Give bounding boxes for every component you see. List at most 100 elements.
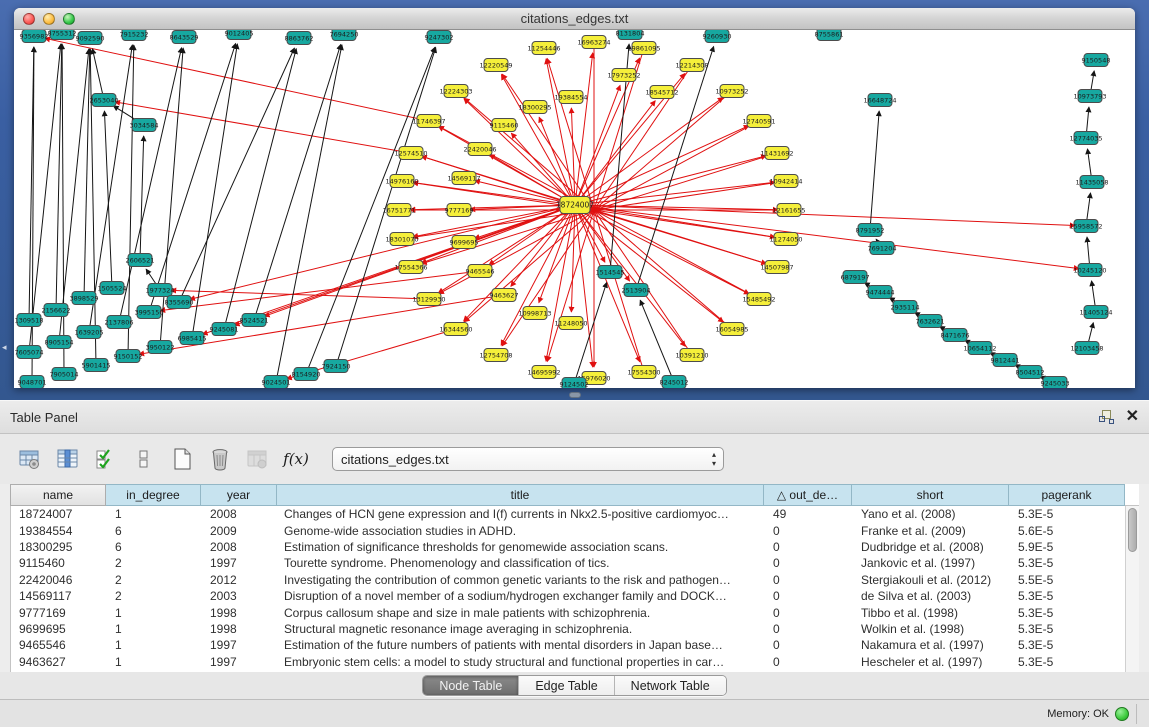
- network-node[interactable]: 8154920: [292, 368, 321, 381]
- cell-title[interactable]: Structural magnetic resonance image aver…: [278, 622, 765, 636]
- citation-edge-red[interactable]: [575, 205, 723, 322]
- cell-short[interactable]: Nakamura et al. (1997): [853, 638, 1010, 652]
- network-node[interactable]: 9260930: [703, 30, 732, 43]
- network-node[interactable]: 22420046: [463, 143, 496, 156]
- cell-title[interactable]: Estimation of significance thresholds fo…: [278, 540, 765, 554]
- network-node[interactable]: 12574510: [394, 147, 427, 160]
- network-node[interactable]: 18301070: [385, 233, 418, 246]
- citation-edge-red[interactable]: [575, 101, 655, 205]
- row-height-icon[interactable]: [128, 442, 160, 476]
- network-node[interactable]: 9245081: [210, 323, 239, 336]
- network-node[interactable]: 18545712: [645, 86, 678, 99]
- table-row[interactable]: 1830029562008Estimation of significance …: [11, 539, 1139, 555]
- network-node[interactable]: 7694250: [330, 30, 359, 41]
- cell-short[interactable]: Dudbridge et al. (2008): [853, 540, 1010, 554]
- tab-network-table[interactable]: Network Table: [615, 676, 726, 695]
- function-builder-icon[interactable]: f(x): [280, 442, 312, 476]
- citation-edge-red[interactable]: [575, 205, 749, 294]
- network-node[interactable]: 17973252: [607, 69, 640, 82]
- network-node[interactable]: 12214308: [675, 59, 708, 72]
- network-node[interactable]: 8504512: [1016, 366, 1045, 379]
- column-header-year[interactable]: year: [201, 484, 277, 506]
- network-node[interactable]: 1505524: [98, 282, 127, 295]
- network-node[interactable]: 8791952: [856, 224, 885, 237]
- network-node[interactable]: 1514545: [596, 266, 625, 279]
- column-header-pagerank[interactable]: pagerank: [1009, 484, 1125, 506]
- network-node[interactable]: 10245120: [1073, 264, 1106, 277]
- cell-pagerank[interactable]: 5.3E-5: [1010, 655, 1126, 669]
- network-node[interactable]: 1977324: [146, 284, 175, 297]
- network-node[interactable]: 9115460: [490, 119, 519, 132]
- column-header-in_degree[interactable]: in_degree: [106, 484, 201, 506]
- citation-edge-red[interactable]: [575, 205, 685, 346]
- import-table-icon[interactable]: [242, 442, 274, 476]
- cell-in_degree[interactable]: 2: [107, 573, 202, 587]
- cell-short[interactable]: Tibbo et al. (1998): [853, 606, 1010, 620]
- network-node[interactable]: 8471676: [941, 329, 970, 342]
- split-pane-handle[interactable]: [569, 392, 581, 398]
- cell-in_degree[interactable]: 6: [107, 540, 202, 554]
- network-node[interactable]: 9150152: [114, 350, 143, 363]
- new-table-icon[interactable]: [166, 442, 198, 476]
- network-node[interactable]: 12740591: [742, 115, 775, 128]
- network-node[interactable]: 16751771: [382, 204, 415, 217]
- cell-short[interactable]: Jankovic et al. (1997): [853, 556, 1010, 570]
- cell-pagerank[interactable]: 5.9E-5: [1010, 540, 1126, 554]
- network-node[interactable]: 9247302: [425, 31, 454, 44]
- cell-short[interactable]: de Silva et al. (2003): [853, 589, 1010, 603]
- table-row[interactable]: 911546021997Tourette syndrome. Phenomeno…: [11, 555, 1139, 571]
- cell-year[interactable]: 1998: [202, 606, 278, 620]
- cell-pagerank[interactable]: 5.3E-5: [1010, 606, 1126, 620]
- cell-out_degree[interactable]: 0: [765, 556, 853, 570]
- cell-title[interactable]: Corpus callosum shape and size in male p…: [278, 606, 765, 620]
- citation-edge-red[interactable]: [489, 205, 575, 265]
- network-node[interactable]: 11746397: [412, 115, 445, 128]
- network-node[interactable]: 11274050: [769, 233, 802, 246]
- cell-title[interactable]: Tourette syndrome. Phenomenology and cla…: [278, 556, 765, 570]
- cell-name[interactable]: 14569117: [11, 589, 107, 603]
- network-node[interactable]: 3898529: [70, 292, 99, 305]
- table-row[interactable]: 969969511998Structural magnetic resonanc…: [11, 621, 1139, 637]
- cell-title[interactable]: Disruption of a novel member of a sodium…: [278, 589, 765, 603]
- network-node[interactable]: 9699695: [450, 236, 479, 249]
- network-node[interactable]: 3950122: [146, 341, 175, 354]
- cell-title[interactable]: Estimation of the future numbers of pati…: [278, 638, 765, 652]
- tab-node-table[interactable]: Node Table: [423, 676, 519, 695]
- cell-pagerank[interactable]: 5.3E-5: [1010, 556, 1126, 570]
- network-canvas[interactable]: 1872400716963274198610951221430810973252…: [14, 30, 1135, 388]
- citation-edge-black[interactable]: [870, 111, 879, 230]
- network-node[interactable]: 5901415: [82, 359, 111, 372]
- cell-out_degree[interactable]: 0: [765, 622, 853, 636]
- network-node[interactable]: 12103458: [1070, 342, 1103, 355]
- collapse-handle-icon[interactable]: ◂: [2, 343, 7, 352]
- network-node[interactable]: 9024501: [262, 376, 291, 389]
- network-node[interactable]: 19384554: [554, 91, 587, 104]
- cell-name[interactable]: 19384554: [11, 524, 107, 538]
- cell-out_degree[interactable]: 0: [765, 573, 853, 587]
- network-node[interactable]: 9012405: [225, 30, 254, 40]
- cell-out_degree[interactable]: 0: [765, 655, 853, 669]
- network-node[interactable]: 7691204: [868, 242, 897, 255]
- network-node[interactable]: 9150548: [1082, 54, 1111, 67]
- cell-pagerank[interactable]: 5.3E-5: [1010, 507, 1126, 521]
- citation-edge-black[interactable]: [104, 111, 112, 288]
- network-node[interactable]: 2653040: [90, 94, 119, 107]
- column-header-name[interactable]: name: [10, 484, 106, 506]
- network-node[interactable]: 8131804: [616, 30, 645, 40]
- network-node[interactable]: 9812441: [991, 354, 1020, 367]
- cell-pagerank[interactable]: 5.5E-5: [1010, 573, 1126, 587]
- cell-in_degree[interactable]: 2: [107, 589, 202, 603]
- cell-in_degree[interactable]: 1: [107, 606, 202, 620]
- network-node[interactable]: 10654112: [963, 342, 996, 355]
- network-node[interactable]: 2935114: [891, 301, 920, 314]
- citation-edge-black[interactable]: [92, 49, 104, 100]
- cell-year[interactable]: 2008: [202, 507, 278, 521]
- network-node[interactable]: 7632621: [916, 315, 945, 328]
- network-node[interactable]: 8643529: [170, 31, 199, 44]
- cell-name[interactable]: 9465546: [11, 638, 107, 652]
- network-node[interactable]: 16054985: [715, 323, 748, 336]
- network-node[interactable]: 3034584: [130, 119, 159, 132]
- network-node[interactable]: 7905014: [50, 368, 79, 381]
- network-node[interactable]: 12754708: [479, 349, 512, 362]
- cell-pagerank[interactable]: 5.3E-5: [1010, 589, 1126, 603]
